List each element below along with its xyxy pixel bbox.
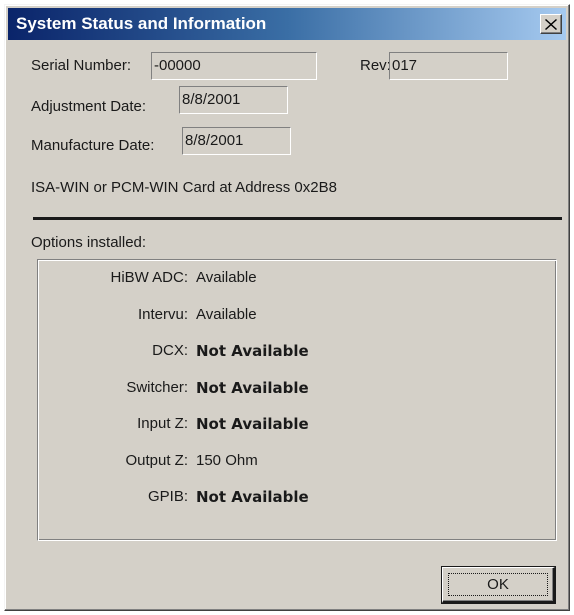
separator-line xyxy=(33,217,562,220)
serial-number-field: -00000 xyxy=(151,52,317,80)
option-label-gpib: GPIB: xyxy=(147,488,188,505)
ok-button-label: OK xyxy=(487,576,509,593)
option-value-output-z: 150 Ohm xyxy=(196,452,258,469)
option-label-dcx: DCX: xyxy=(152,342,188,359)
options-group: HiBW ADC: Available Intervu: Available D… xyxy=(37,259,557,541)
serial-number-label: Serial Number: xyxy=(31,57,132,74)
close-icon xyxy=(545,18,557,30)
manufacture-date-field: 8/8/2001 xyxy=(182,127,291,155)
option-label-intervu: Intervu: xyxy=(137,306,188,323)
dialog-title: System Status and Information xyxy=(16,14,267,33)
option-value-hibw-adc: Available xyxy=(196,269,257,286)
system-status-dialog: System Status and Information Serial Num… xyxy=(4,4,570,611)
option-value-intervu: Available xyxy=(196,306,257,323)
option-label-input-z: Input Z: xyxy=(137,415,188,432)
rev-field: 017 xyxy=(389,52,508,80)
option-value-gpib: Not Available xyxy=(196,488,309,506)
adjustment-date-label: Adjustment Date: xyxy=(31,98,147,115)
option-value-input-z: Not Available xyxy=(196,415,309,433)
option-value-switcher: Not Available xyxy=(196,379,309,397)
option-label-output-z: Output Z: xyxy=(125,452,188,469)
option-label-hibw-adc: HiBW ADC: xyxy=(110,269,188,286)
adjustment-date-field: 8/8/2001 xyxy=(179,86,288,114)
rev-label: Rev: xyxy=(360,57,391,74)
manufacture-date-label: Manufacture Date: xyxy=(31,137,155,154)
option-label-switcher: Switcher: xyxy=(126,379,188,396)
title-bar[interactable]: System Status and Information xyxy=(8,8,566,40)
ok-button[interactable]: OK xyxy=(442,567,555,603)
close-button[interactable] xyxy=(540,14,562,34)
options-installed-heading: Options installed: xyxy=(31,234,147,251)
card-address-text: ISA-WIN or PCM-WIN Card at Address 0x2B8 xyxy=(31,179,337,196)
option-value-dcx: Not Available xyxy=(196,342,309,360)
